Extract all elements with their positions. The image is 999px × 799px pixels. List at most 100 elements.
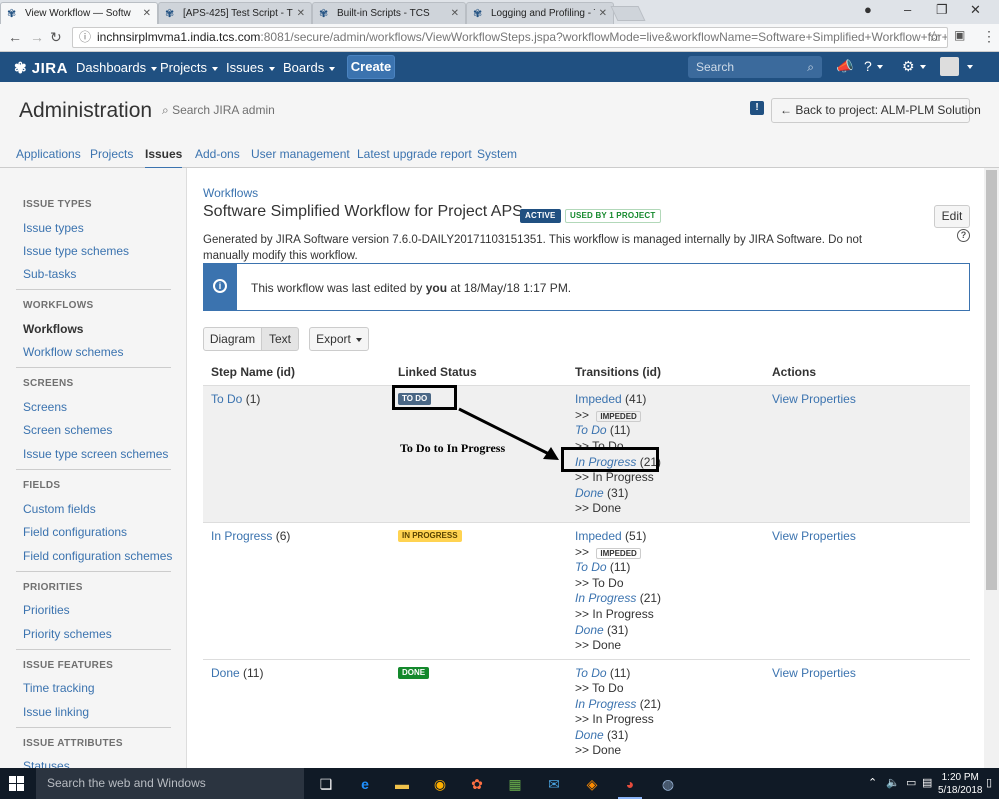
step-link[interactable]: Done xyxy=(211,666,240,680)
text-button[interactable]: Text xyxy=(261,327,299,351)
taskbar-search-input[interactable]: Search the web and Windows xyxy=(36,768,304,799)
menu-icon[interactable]: ⋮ xyxy=(982,28,996,45)
minimize-icon[interactable]: – xyxy=(904,2,911,17)
sidebar-item-issue-type-schemes[interactable]: Issue type schemes xyxy=(23,244,129,258)
sidebar-item-screen-schemes[interactable]: Screen schemes xyxy=(23,423,112,437)
transition-link[interactable]: Impeded xyxy=(575,392,622,406)
sidebar-item-sub-tasks[interactable]: Sub-tasks xyxy=(23,267,76,281)
sidebar-item-screens[interactable]: Screens xyxy=(23,400,67,414)
transition-link[interactable]: In Progress xyxy=(575,591,636,605)
reload-icon[interactable]: ↻ xyxy=(50,29,62,46)
feedback-icon[interactable]: ! xyxy=(750,101,764,115)
sidebar-item-statuses[interactable]: Statuses xyxy=(23,759,70,768)
header-search-input[interactable]: Search ⌕ xyxy=(688,56,822,78)
tab-user-management[interactable]: User management xyxy=(251,147,350,161)
extension-icon[interactable]: ▣ xyxy=(954,28,965,42)
transition-link[interactable]: To Do xyxy=(575,666,607,680)
sidebar-item-custom-fields[interactable]: Custom fields xyxy=(23,502,96,516)
sidebar-item-issue-type-screen-schemes[interactable]: Issue type screen schemes xyxy=(23,447,168,461)
browser-tab-view-workflow[interactable]: ✾ View Workflow — Softw ✕ xyxy=(0,2,158,24)
tab-add-ons[interactable]: Add-ons xyxy=(195,147,240,161)
app-icon[interactable]: ▦ xyxy=(505,774,525,794)
sidebar-item-time-tracking[interactable]: Time tracking xyxy=(23,681,95,695)
create-button[interactable]: Create xyxy=(347,55,395,79)
view-properties-link[interactable]: View Properties xyxy=(772,529,856,543)
sidebar-item-priority-schemes[interactable]: Priority schemes xyxy=(23,627,112,641)
sidebar-item-priorities[interactable]: Priorities xyxy=(23,603,70,617)
nav-boards[interactable]: Boards xyxy=(283,60,335,75)
edit-button[interactable]: Edit xyxy=(934,205,970,228)
app-icon[interactable]: ◉ xyxy=(430,774,450,794)
admin-search-input[interactable]: ⌕ Search JIRA admin xyxy=(162,103,275,118)
transition-link[interactable]: To Do xyxy=(575,560,607,574)
app-icon[interactable]: ✿ xyxy=(467,774,487,794)
sidebar-item-workflow-schemes[interactable]: Workflow schemes xyxy=(23,345,123,359)
used-by-badge[interactable]: USED BY 1 PROJECT xyxy=(565,209,661,223)
browser-tab-built-in-scripts[interactable]: ✾ Built-in Scripts - TCS ✕ xyxy=(312,2,466,24)
help-icon[interactable]: ? xyxy=(957,229,970,242)
view-properties-link[interactable]: View Properties xyxy=(772,392,856,406)
tray-up-icon[interactable]: ⌃ xyxy=(868,776,877,789)
gear-icon[interactable]: ⚙ xyxy=(902,58,926,75)
tab-system[interactable]: System xyxy=(477,147,517,161)
close-tab-icon[interactable]: ✕ xyxy=(451,8,459,19)
nav-issues[interactable]: Issues xyxy=(226,60,275,75)
new-tab-button[interactable] xyxy=(611,6,646,21)
page-scrollbar[interactable] xyxy=(984,168,999,768)
step-link[interactable]: In Progress xyxy=(211,529,272,543)
scrollbar-thumb[interactable] xyxy=(986,170,997,590)
megaphone-icon[interactable]: 📣 xyxy=(836,58,853,75)
taskbar-clock[interactable]: 1:20 PM 5/18/2018 xyxy=(938,771,983,797)
back-arrow-icon[interactable]: ← xyxy=(8,29,22,45)
view-properties-link[interactable]: View Properties xyxy=(772,666,856,680)
sidebar-item-issue-types[interactable]: Issue types xyxy=(23,221,84,235)
help-icon[interactable]: ? xyxy=(864,58,883,74)
export-button[interactable]: Export xyxy=(309,327,369,351)
step-name[interactable]: In Progress (6) xyxy=(211,529,290,543)
sidebar-item-field-configuration-schemes[interactable]: Field configuration schemes xyxy=(23,549,172,563)
sidebar-item-workflows[interactable]: Workflows xyxy=(23,322,83,336)
browser-tab-test-script[interactable]: ✾ [APS-425] Test Script - T ✕ xyxy=(158,2,312,24)
restore-icon[interactable]: ❐ xyxy=(936,2,948,18)
tab-latest-upgrade-report[interactable]: Latest upgrade report xyxy=(357,147,472,161)
transition-link[interactable]: In Progress xyxy=(575,697,636,711)
windows-start-icon[interactable] xyxy=(9,776,25,792)
avatar[interactable] xyxy=(940,57,959,76)
back-to-project-button[interactable]: ← Back to project: ALM-PLM Solution xyxy=(771,98,970,123)
close-window-icon[interactable]: ✕ xyxy=(970,2,981,18)
notifications-icon[interactable]: ▯ xyxy=(986,776,992,789)
keyboard-icon[interactable]: ▤ xyxy=(922,776,932,789)
diagram-button[interactable]: Diagram xyxy=(203,327,262,351)
step-name[interactable]: To Do (1) xyxy=(211,392,260,406)
file-explorer-icon[interactable]: ▬ xyxy=(392,774,412,794)
breadcrumb[interactable]: Workflows xyxy=(203,186,258,200)
app-icon[interactable]: ◍ xyxy=(658,774,678,794)
tab-projects[interactable]: Projects xyxy=(90,147,133,161)
close-tab-icon[interactable]: ✕ xyxy=(143,8,151,19)
app-icon[interactable]: ◈ xyxy=(582,774,602,794)
url-field[interactable]: ⓘ inchnsirplmvma1.india.tcs.com:8081/sec… xyxy=(72,27,948,48)
nav-dashboards[interactable]: Dashboards xyxy=(76,60,157,75)
transition-link[interactable]: Done xyxy=(575,623,604,637)
task-view-icon[interactable]: ❏ xyxy=(316,774,336,794)
edge-icon[interactable]: e xyxy=(355,774,375,794)
browser-tab-logging[interactable]: ✾ Logging and Profiling - T ✕ xyxy=(466,2,614,24)
tab-applications[interactable]: Applications xyxy=(16,147,81,161)
volume-icon[interactable]: 🔈 xyxy=(886,776,900,789)
tab-issues[interactable]: Issues xyxy=(145,147,182,161)
jira-logo[interactable]: ✾ JIRA xyxy=(14,59,68,77)
info-icon[interactable]: ⓘ xyxy=(79,28,91,47)
bookmark-star-icon[interactable]: ☆ xyxy=(928,28,941,45)
sidebar-item-field-configurations[interactable]: Field configurations xyxy=(23,525,127,539)
forward-arrow-icon[interactable]: → xyxy=(30,29,44,45)
app-icon[interactable]: ✉ xyxy=(544,774,564,794)
transition-link[interactable]: Impeded xyxy=(575,529,622,543)
transition-link[interactable]: To Do xyxy=(575,423,607,437)
sidebar-item-issue-linking[interactable]: Issue linking xyxy=(23,705,89,719)
nav-projects[interactable]: Projects xyxy=(160,60,218,75)
step-name[interactable]: Done (11) xyxy=(211,666,263,680)
network-icon[interactable]: ▭ xyxy=(906,776,916,789)
chrome-icon[interactable]: ◕ xyxy=(620,774,640,794)
transition-link[interactable]: Done xyxy=(575,486,604,500)
close-tab-icon[interactable]: ✕ xyxy=(297,8,305,19)
